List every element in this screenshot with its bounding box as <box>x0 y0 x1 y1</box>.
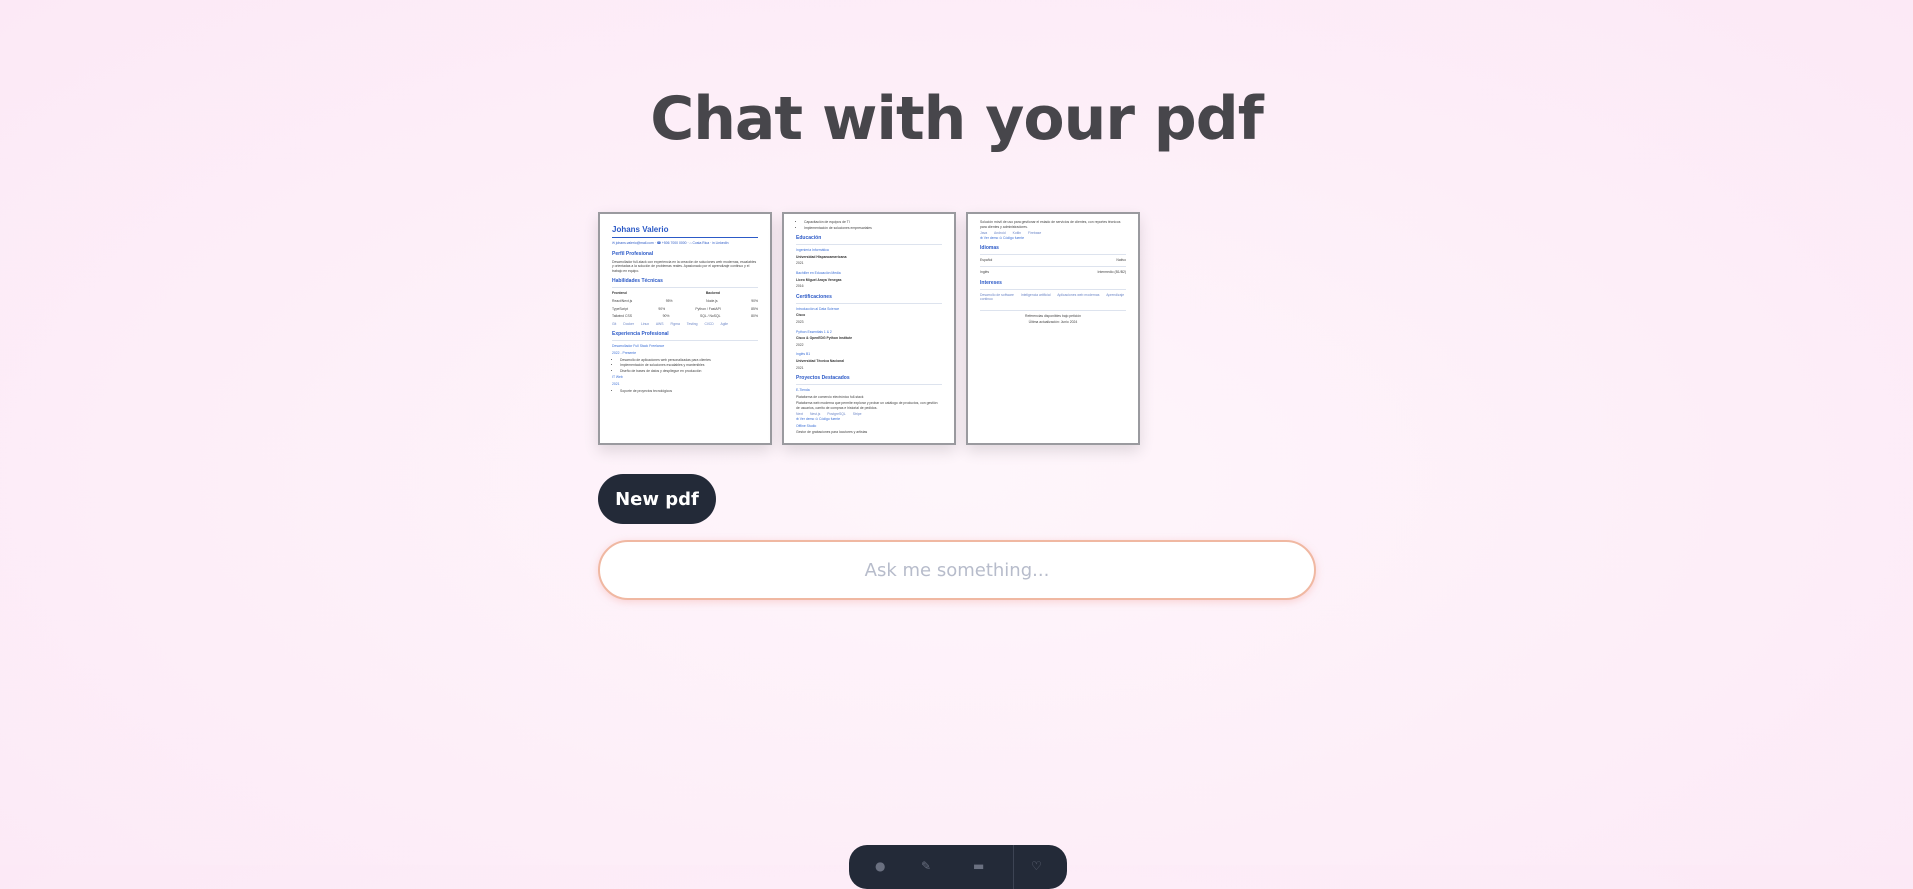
skill-chip: Testing <box>686 321 698 326</box>
skill-name: Node.js <box>706 298 718 303</box>
cert-org: Universidad Técnica Nacional <box>796 358 845 363</box>
interest-chip: Inteligencia artificial <box>1020 292 1051 297</box>
skill-chip: Docker <box>623 321 635 326</box>
skill-level: 90% <box>751 298 758 303</box>
minus-icon[interactable]: ▬ <box>973 859 984 873</box>
pdf-page-thumbnails: Johans Valerio ✉ johans.valerio@mail.com… <box>598 212 1140 445</box>
tech-chip: Kotlin <box>1012 231 1022 236</box>
skills-col-label: Backend <box>705 291 720 296</box>
pdf-page-thumbnail-2[interactable]: Capacitación de equipos de TI Implementa… <box>782 212 956 445</box>
heart-icon[interactable]: ♡ <box>1031 859 1042 873</box>
edu-degree: Ingeniería Informática <box>796 248 829 253</box>
interest-chip: Aplicaciones web modernas <box>1057 292 1100 297</box>
skill-chip: Agile <box>720 321 728 326</box>
skill-chip: Linux <box>641 321 650 326</box>
tech-chip: Stripe <box>852 412 862 417</box>
skill-chip: CI/CD <box>704 321 714 326</box>
skill-name: Tailwind CSS <box>612 314 632 319</box>
tech-chip: PostgreSQL <box>827 412 846 417</box>
project-link: ⊕ Ver demo <box>796 417 815 422</box>
skill-chip: Git <box>612 321 617 326</box>
project-text: Plataforma web moderna que permite explo… <box>796 401 938 410</box>
job-bullet: Soporte de proyectos tecnológicos <box>620 389 758 394</box>
section-title: Idiomas <box>980 245 999 252</box>
skill-level: 95% <box>665 298 673 303</box>
section-title: Experiencia Profesional <box>612 331 669 338</box>
skill-chip: AWS <box>655 321 664 326</box>
job-bullet: Diseño de bases de datos y despliegue en… <box>620 369 758 374</box>
edu-school: Liceo Miguel Araya Venegas <box>796 277 842 282</box>
skill-name: SQL / NoSQL <box>699 314 721 319</box>
skill-level: 85% <box>751 306 758 311</box>
interest-chip: Desarrollo de software <box>980 292 1014 297</box>
pdf-page-thumbnail-1[interactable]: Johans Valerio ✉ johans.valerio@mail.com… <box>598 212 772 445</box>
section-title: Educación <box>796 235 822 242</box>
cert-year: 2022 <box>796 342 804 347</box>
edu-year: 2021 <box>796 261 804 266</box>
tech-chip: Nest.js <box>809 412 821 417</box>
job-date: 2021 <box>612 381 620 386</box>
cert-name: Inglés B1 <box>796 352 811 357</box>
new-pdf-button[interactable]: New pdf <box>598 474 716 524</box>
project-link: ⊙ Código fuente <box>999 235 1025 240</box>
skill-name: TypeScript <box>612 306 629 311</box>
edu-school: Universidad Hispanoamericana <box>796 254 847 259</box>
language-level: Intermedio (B1/B2) <box>1097 269 1126 274</box>
project-link: ⊙ Código fuente <box>815 417 841 422</box>
skills-col-label: Frontend <box>612 291 627 296</box>
toolbar-divider <box>1013 845 1014 889</box>
section-title: Habilidades Técnicas <box>612 278 663 285</box>
job-title: Desarrollador Full Stack Freelance <box>612 344 665 349</box>
skill-chip: Figma <box>670 321 680 326</box>
cert-org: Cisco <box>796 313 806 318</box>
pen-icon[interactable]: ✎ <box>921 859 931 873</box>
chat-input[interactable] <box>598 540 1316 600</box>
tech-chip: Android <box>993 231 1006 236</box>
microphone-icon[interactable]: ● <box>875 859 885 873</box>
language-name: Español <box>980 258 993 263</box>
project-title: Offline Studio <box>796 423 817 428</box>
skill-level: 80% <box>751 314 758 319</box>
edu-year: 2016 <box>796 284 804 289</box>
pdf-page-thumbnail-3[interactable]: Solución móvil de uso para gestionar el … <box>966 212 1140 445</box>
profile-text: Desarrollador full-stack con experiencia… <box>612 259 757 273</box>
tech-chip: Java <box>980 231 988 236</box>
resume-name: Johans Valerio <box>612 225 669 234</box>
project-text: Solución móvil de uso para gestionar el … <box>980 220 1121 229</box>
tech-chip: Firebase <box>1028 231 1042 236</box>
tech-chip: Next <box>796 412 803 417</box>
skill-level: 90% <box>658 306 666 311</box>
skill-name: React/Next.js <box>612 298 633 303</box>
job-bullet: Desarrollo de aplicaciones web personali… <box>620 358 758 363</box>
project-title: E-Tienda <box>796 388 810 393</box>
section-title: Perfil Profesional <box>612 250 654 257</box>
language-level: Nativo <box>1116 258 1126 263</box>
resume-footer: Última actualización: Junio 2024 <box>1028 320 1078 325</box>
language-name: Inglés <box>980 269 990 274</box>
job-title: IT Web <box>612 375 623 380</box>
cert-name: Python Essentials 1 & 2 <box>796 329 832 334</box>
job-bullet: Capacitación de equipos de TI <box>804 220 942 225</box>
job-bullet: Implementación de soluciones escalables … <box>620 363 758 368</box>
job-date: 2022 - Presente <box>612 350 637 355</box>
edu-degree: Bachiller en Educación Media <box>796 270 841 275</box>
skill-name: Python / FastAPI <box>695 306 721 311</box>
skill-level: 90% <box>662 314 670 319</box>
cert-year: 2023 <box>796 319 804 324</box>
project-subtitle: Plataforma de comercio electrónico full-… <box>796 394 864 399</box>
project-subtitle: Gestor de grabaciones para locutores y a… <box>796 430 868 435</box>
cert-name: Introducción al Data Science <box>796 306 840 311</box>
section-title: Proyectos Destacados <box>796 375 850 382</box>
resume-contact: ✉ johans.valerio@mail.com · ☎ +506 7000 … <box>612 241 729 245</box>
section-title: Certificaciones <box>796 293 832 300</box>
section-title: Intereses <box>980 279 1002 286</box>
project-link: ⊕ Ver demo <box>980 235 999 240</box>
cert-year: 2021 <box>796 365 804 370</box>
bottom-toolbar: ● ✎ ▬ ♡ <box>849 845 1067 889</box>
job-bullet: Implementación de soluciones empresarial… <box>804 226 942 231</box>
cert-org: Cisco & OpenEDG Python Institute <box>796 336 853 341</box>
page-title: Chat with your pdf <box>650 84 1264 154</box>
resume-footer: Referencias disponibles bajo petición <box>1025 313 1081 318</box>
